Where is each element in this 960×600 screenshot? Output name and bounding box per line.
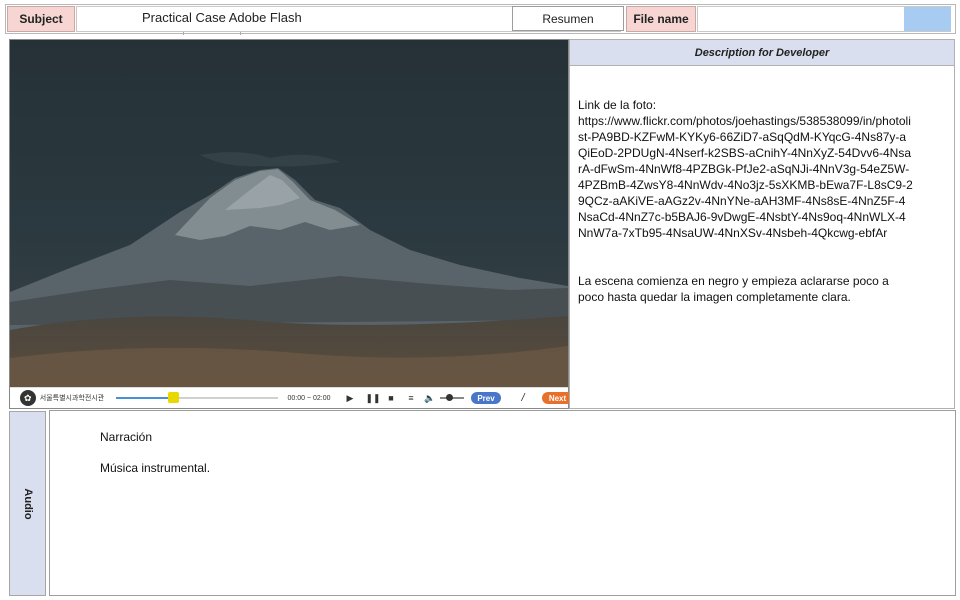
seek-bar[interactable] <box>116 392 278 403</box>
photo-link-label: Link de la foto: <box>578 98 657 112</box>
file-name-accent <box>904 7 951 31</box>
audio-label: Audio <box>9 411 46 596</box>
pause-icon[interactable]: ❚❚ <box>365 388 380 408</box>
audio-line-narration: Narración <box>100 430 153 444</box>
audio-panel: Narración Música instrumental. <box>49 410 956 596</box>
header-tick <box>240 32 241 35</box>
audio-label-text: Audio <box>21 487 34 520</box>
subject-label-text: Subject <box>19 12 63 26</box>
description-panel: Description for Developer Link de la fot… <box>569 39 955 409</box>
volume-icon[interactable]: 🔈 <box>423 388 437 408</box>
player-logo: ✿ 서울특별시과학전시관 <box>12 388 112 408</box>
prev-label: Prev <box>477 393 495 403</box>
scene-note: La escena comienza en negro y empieza ac… <box>578 274 889 304</box>
subject-value: Practical Case Adobe Flash <box>142 10 302 25</box>
play-icon[interactable]: ▶ <box>343 388 357 408</box>
player-controls: ✿ 서울특별시과학전시관 00:00 ~ 02:00 ▶ ❚❚ ■ ≡ 🔈 Pr… <box>10 387 573 408</box>
logo-text: 서울특별시과학전시관 <box>39 395 105 402</box>
seek-thumb[interactable] <box>168 392 179 403</box>
resumen-button-label: Resumen <box>542 11 594 26</box>
mountain-scene <box>10 40 568 387</box>
stop-icon[interactable]: ■ <box>384 388 398 408</box>
seek-progress <box>116 397 173 399</box>
audio-line-music: Música instrumental. <box>100 461 211 475</box>
subject-label: Subject <box>7 6 75 32</box>
logo-icon: ✿ <box>19 390 36 406</box>
resumen-button[interactable]: Resumen <box>512 6 624 31</box>
file-name-label: File name <box>626 6 696 32</box>
time-display: 00:00 ~ 02:00 <box>287 394 331 402</box>
prev-button[interactable]: Prev <box>471 392 501 404</box>
file-name-label-text: File name <box>633 12 689 26</box>
video-panel: ✿ 서울특별시과학전시관 00:00 ~ 02:00 ▶ ❚❚ ■ ≡ 🔈 Pr… <box>9 39 573 409</box>
description-body: Link de la foto: https://www.flickr.com/… <box>578 97 914 305</box>
nav-separator: / <box>521 392 525 404</box>
header-tick <box>183 32 184 35</box>
photo-link-url[interactable]: https://www.flickr.com/photos/joehasting… <box>578 113 914 241</box>
next-label: Next <box>548 393 567 403</box>
list-icon[interactable]: ≡ <box>404 388 418 408</box>
video-frame-mountain-image <box>10 40 568 387</box>
description-title: Description for Developer <box>570 40 954 66</box>
volume-knob[interactable] <box>446 394 453 401</box>
